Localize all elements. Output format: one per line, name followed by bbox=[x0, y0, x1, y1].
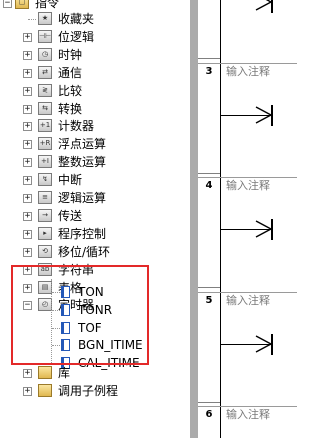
tree-item-label: 位逻辑 bbox=[58, 29, 95, 44]
network-number: 5 bbox=[205, 295, 213, 306]
convert-icon: ⇆ bbox=[38, 101, 52, 115]
float-math-icon: +R bbox=[38, 137, 52, 151]
tree-item-label: 库 bbox=[58, 366, 71, 380]
network-comment[interactable]: 输入注释 bbox=[226, 64, 270, 80]
ladder-network[interactable]: 4 输入注释 bbox=[198, 177, 297, 292]
tree-item-label: 转换 bbox=[58, 101, 83, 116]
tree-item-label: 收藏夹 bbox=[58, 12, 95, 26]
tree-item-label: 传送 bbox=[58, 208, 83, 223]
tree-item-label: 计数器 bbox=[58, 119, 95, 134]
rung-end-icon bbox=[255, 334, 273, 355]
tree-item[interactable]: + ⇄ 通信 bbox=[0, 64, 190, 82]
network-separator bbox=[198, 58, 220, 59]
expand-icon[interactable]: + bbox=[23, 387, 32, 396]
splitter[interactable] bbox=[190, 0, 198, 438]
expand-icon[interactable]: + bbox=[23, 176, 32, 186]
timer-highlight-box bbox=[11, 265, 149, 365]
interrupt-icon: ↯ bbox=[38, 173, 52, 187]
ladder-network[interactable]: 6 输入注释 bbox=[198, 406, 297, 439]
rung-end-icon bbox=[255, 105, 273, 126]
network-number: 3 bbox=[205, 66, 213, 77]
rung-end-icon bbox=[255, 0, 273, 13]
tree-item-label: 通信 bbox=[58, 65, 83, 80]
rung-end-icon bbox=[255, 219, 273, 240]
program-control-icon: ▸ bbox=[38, 226, 52, 240]
tree-connector bbox=[28, 19, 36, 20]
ladder-network-partial[interactable] bbox=[198, 0, 297, 60]
clock-icon: ◷ bbox=[38, 47, 52, 61]
tree-item-label: 移位/循环 bbox=[58, 244, 111, 259]
subroutine-folder-icon bbox=[38, 384, 52, 397]
expand-icon[interactable]: + bbox=[23, 194, 32, 203]
expand-icon[interactable]: + bbox=[23, 247, 32, 257]
move-icon: → bbox=[38, 208, 52, 222]
expand-icon[interactable]: + bbox=[23, 86, 32, 96]
expand-icon[interactable]: + bbox=[23, 211, 32, 221]
network-separator bbox=[198, 287, 220, 288]
tree-item[interactable]: + ↯ 中断 bbox=[0, 171, 190, 189]
tree-item[interactable]: + ◷ 时钟 bbox=[0, 46, 190, 64]
integer-math-icon: +I bbox=[38, 155, 52, 169]
expand-icon[interactable]: + bbox=[23, 158, 32, 168]
bit-logic-icon: ⊣⊢ bbox=[38, 29, 52, 43]
tree-item-label: 逻辑运算 bbox=[58, 191, 107, 205]
expand-icon[interactable]: + bbox=[23, 68, 32, 78]
instruction-tree: − ▢ 指令 ★ 收藏夹 + ⊣⊢ 位逻辑 + ◷ 时钟 + ⇄ 通信 + ≷ 比较 + ⇆ 转换 + +1 计数器 +… bbox=[0, 0, 190, 438]
tree-item[interactable]: + +I 整数运算 bbox=[0, 153, 190, 171]
tree-item[interactable]: + 调用子例程 bbox=[0, 382, 190, 400]
network-separator bbox=[198, 173, 220, 174]
tree-item-label: 程序控制 bbox=[58, 226, 107, 241]
tree-item-label: 比较 bbox=[58, 83, 83, 98]
expand-icon[interactable]: + bbox=[23, 32, 32, 42]
tree-item-label: 浮点运算 bbox=[58, 137, 107, 152]
tree-item-label: 调用子例程 bbox=[58, 384, 119, 398]
expand-icon[interactable]: + bbox=[23, 140, 32, 150]
tree-item[interactable]: + ⇆ 转换 bbox=[0, 100, 190, 118]
tree-item[interactable]: + ⊣⊢ 位逻辑 bbox=[0, 28, 190, 46]
tree-item[interactable]: + ▸ 程序控制 bbox=[0, 225, 190, 243]
tree-item-label: 整数运算 bbox=[58, 155, 107, 170]
compare-icon: ≷ bbox=[38, 83, 52, 97]
tree-item[interactable]: + ≷ 比较 bbox=[0, 82, 190, 100]
tree-item[interactable]: ★ 收藏夹 bbox=[0, 10, 190, 28]
instructions-folder-icon: ▢ bbox=[15, 0, 29, 9]
network-comment[interactable]: 输入注释 bbox=[226, 407, 270, 423]
tree-item[interactable]: + +1 计数器 bbox=[0, 117, 190, 135]
tree-item[interactable]: + 库 bbox=[0, 364, 190, 382]
tree-item-label: 中断 bbox=[58, 173, 83, 188]
expand-icon[interactable]: + bbox=[23, 50, 32, 60]
tree-item[interactable]: + ⟲ 移位/循环 bbox=[0, 243, 190, 261]
tree-item[interactable]: + ≡ 逻辑运算 bbox=[0, 189, 190, 207]
network-number: 6 bbox=[205, 409, 213, 420]
network-comment[interactable]: 输入注释 bbox=[226, 178, 270, 194]
network-separator bbox=[198, 402, 220, 403]
ladder-network[interactable]: 5 输入注释 bbox=[198, 292, 297, 407]
tree-item[interactable]: + +R 浮点运算 bbox=[0, 135, 190, 153]
library-folder-icon bbox=[38, 366, 52, 379]
shift-rotate-icon: ⟲ bbox=[38, 244, 52, 258]
network-number: 4 bbox=[205, 180, 213, 191]
expand-icon[interactable]: + bbox=[23, 369, 32, 378]
expand-icon[interactable]: + bbox=[23, 104, 32, 114]
communication-icon: ⇄ bbox=[38, 65, 52, 79]
tree-item[interactable]: + → 传送 bbox=[0, 207, 190, 225]
ladder-network[interactable]: 3 输入注释 bbox=[198, 63, 297, 178]
network-comment[interactable]: 输入注释 bbox=[226, 293, 270, 309]
favorites-icon: ★ bbox=[38, 12, 52, 25]
expand-icon[interactable]: + bbox=[23, 122, 32, 132]
logic-ops-icon: ≡ bbox=[38, 191, 52, 204]
expand-icon[interactable]: + bbox=[23, 229, 32, 239]
tree-item-label: 时钟 bbox=[58, 47, 83, 62]
counter-icon: +1 bbox=[38, 119, 52, 133]
collapse-icon[interactable]: − bbox=[3, 0, 12, 8]
